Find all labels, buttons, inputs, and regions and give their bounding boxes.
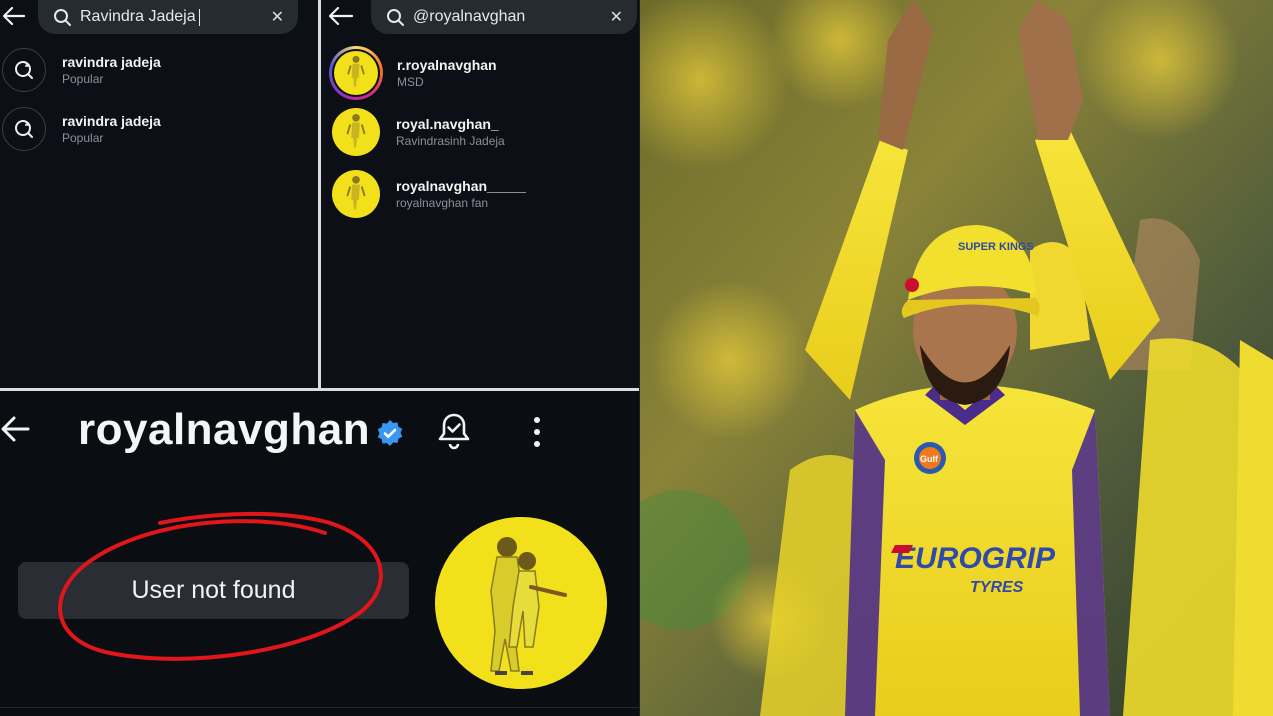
suggestion-item[interactable]: ravindra jadeja Popular (2, 48, 302, 92)
search-input[interactable]: Ravindra Jadeja ✕ (38, 0, 298, 34)
avatar (332, 108, 380, 156)
suggestion-title: ravindra jadeja (62, 113, 161, 129)
search-input[interactable]: @royalnavghan ✕ (371, 0, 637, 34)
search-icon (387, 9, 404, 26)
search-query: Ravindra Jadeja (80, 8, 196, 25)
close-icon[interactable]: ✕ (610, 7, 623, 27)
search-icon (54, 9, 71, 26)
verified-badge-icon (377, 420, 403, 446)
profile-avatar (435, 517, 607, 689)
search-refresh-icon (2, 48, 46, 92)
back-button[interactable] (327, 4, 355, 28)
account-name: royalnavghan fan (396, 196, 489, 210)
jersey-sponsor-text: EUROGRIP (895, 542, 1056, 575)
suggestion-subtitle: Popular (62, 131, 104, 145)
search-query: @royalnavghan (413, 8, 526, 25)
suggestion-subtitle: Popular (62, 72, 104, 86)
search-refresh-icon (2, 107, 46, 151)
avatar (332, 170, 380, 218)
divider (318, 0, 321, 388)
avatar (329, 46, 383, 100)
arrow-left-icon (328, 6, 354, 26)
divider (0, 707, 639, 708)
account-username: royalnavghan_____ (396, 178, 526, 194)
back-button[interactable] (0, 4, 28, 28)
jersey-sponsor-subtext: TYRES (970, 579, 1024, 596)
arrow-left-icon[interactable] (0, 411, 32, 447)
arrow-left-icon (2, 6, 26, 26)
text-caret (198, 8, 200, 26)
account-name: MSD (397, 75, 424, 89)
toast-message: User not found (131, 576, 296, 604)
suggestion-title: ravindra jadeja (62, 54, 161, 70)
bell-check-icon[interactable] (435, 411, 473, 451)
profile-username: royalnavghan (78, 405, 371, 454)
more-vertical-icon[interactable] (527, 415, 547, 449)
account-username: r.royalnavghan (397, 57, 497, 73)
account-row[interactable]: royal.navghan_ Ravindrasinh Jadeja (332, 108, 632, 156)
sponsor-badge-text: Gulf (920, 454, 939, 464)
suggestion-item[interactable]: ravindra jadeja Popular (2, 107, 302, 151)
account-username: royal.navghan_ (396, 116, 499, 132)
search-panel-2: @royalnavghan ✕ r.royalnavghan MSD royal… (321, 0, 639, 388)
error-toast: User not found (18, 562, 409, 619)
account-row[interactable]: r.royalnavghan MSD (329, 46, 629, 100)
account-name: Ravindrasinh Jadeja (396, 134, 505, 148)
account-row[interactable]: royalnavghan_____ royalnavghan fan (332, 170, 632, 218)
close-icon[interactable]: ✕ (271, 7, 284, 27)
profile-panel: royalnavghan User not found (0, 391, 639, 716)
search-panel-1: Ravindra Jadeja ✕ ravindra jadeja Popula… (0, 0, 318, 388)
cap-logo-text: SUPER KINGS (958, 241, 1034, 253)
player-photo: SUPER KINGS Gulf EUROGRIP TYRES (640, 0, 1273, 716)
